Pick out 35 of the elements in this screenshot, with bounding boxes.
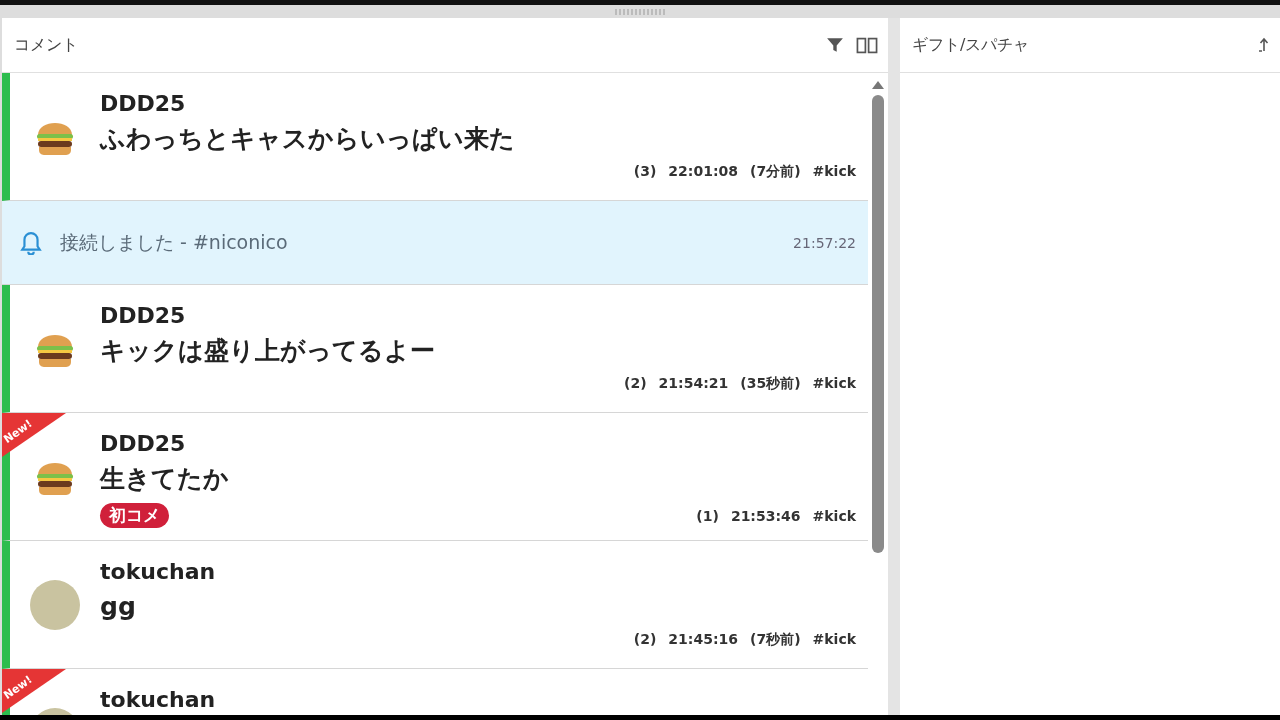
comment-meta: (7秒前) <box>750 631 801 649</box>
user-name: DDD25 <box>100 302 187 330</box>
comment-text: 生きてたか <box>100 463 230 495</box>
user-name: DDD25 <box>100 430 187 458</box>
filter-icon[interactable] <box>826 36 844 54</box>
comment-meta: #kick <box>812 631 856 649</box>
user-name: tokuchan <box>100 558 217 586</box>
comment-meta: #kick <box>812 163 856 181</box>
comment-meta: (2) <box>633 631 657 649</box>
comment-meta: 21:45:16 <box>668 631 738 649</box>
comment-text: gg <box>100 591 137 623</box>
columns-icon[interactable] <box>856 36 878 54</box>
comment-text: キックは盛り上がってるよー <box>100 335 436 367</box>
comment-meta: 21:53:46 <box>730 507 801 524</box>
user-name: tokuchan <box>100 686 217 714</box>
notification-text: 接続しました - #niconico <box>60 229 289 255</box>
first-comment-tag: 初コメ <box>100 503 169 528</box>
comment-meta: #kick <box>812 375 856 393</box>
comment-text: ふわっちとキャスからいっぱい来た <box>100 123 516 155</box>
panel-title: コメント <box>14 34 79 56</box>
comment-meta: 22:01:08 <box>668 163 738 181</box>
comment-meta: (1) <box>696 507 719 524</box>
panel-title: ギフト/スパチャ <box>912 34 1031 56</box>
bell-icon <box>20 230 42 255</box>
comment-meta: (2) <box>624 375 647 393</box>
user-name: DDD25 <box>100 90 187 118</box>
avatar-placeholder <box>30 579 80 630</box>
comment-meta: 21:54:21 <box>658 375 729 393</box>
scroll-up-arrow-icon[interactable] <box>872 81 884 89</box>
comment-meta: (35秒前) <box>740 375 801 393</box>
comment-meta: #kick <box>812 507 856 524</box>
comment-meta: (3) <box>633 163 657 181</box>
timestamp: 21:57:22 <box>793 234 856 251</box>
comment-meta: (7分前) <box>750 163 801 181</box>
drag-handle[interactable] <box>615 8 665 15</box>
